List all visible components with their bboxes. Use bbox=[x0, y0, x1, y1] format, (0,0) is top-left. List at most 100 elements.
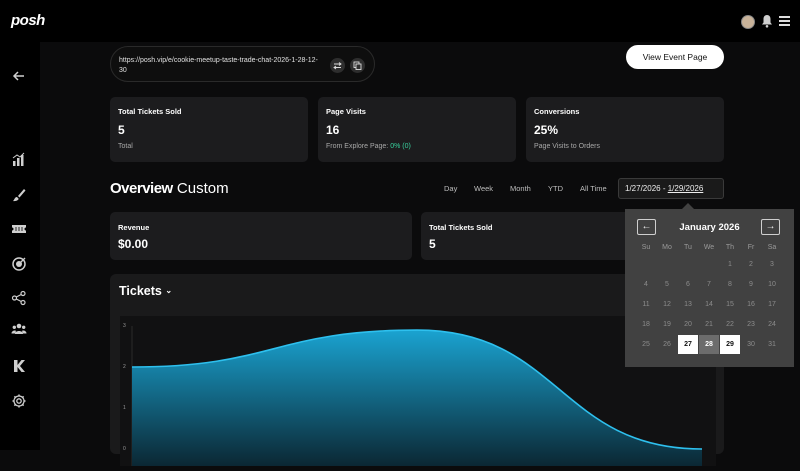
bell-icon[interactable] bbox=[761, 14, 773, 28]
calendar-day[interactable]: 29 bbox=[720, 335, 740, 354]
calendar-day[interactable]: 15 bbox=[720, 295, 740, 314]
date-range-picker[interactable]: 1/27/2026 - 1/29/2026 bbox=[618, 178, 724, 199]
calendar-day[interactable]: 1 bbox=[720, 255, 740, 274]
avatar[interactable] bbox=[741, 15, 755, 29]
overview-title: Overview Custom bbox=[110, 180, 229, 197]
stat-card-tickets: Total Tickets Sold 5 Total bbox=[110, 97, 308, 162]
calendar-day[interactable]: 12 bbox=[657, 295, 677, 314]
range-week[interactable]: Week bbox=[474, 184, 493, 193]
weekday-label: Fr bbox=[747, 244, 755, 251]
overview-title-bold: Overview bbox=[110, 180, 173, 197]
share-icon[interactable] bbox=[11, 290, 27, 306]
calendar-day[interactable]: 11 bbox=[636, 295, 656, 314]
calendar-day[interactable]: 24 bbox=[762, 315, 782, 334]
calendar-day[interactable]: 16 bbox=[741, 295, 761, 314]
weekday-label: Mo bbox=[662, 244, 672, 251]
overview-title-range: Custom bbox=[176, 180, 229, 197]
event-url[interactable]: https://posh.vip/e/cookie-meetup-taste-t… bbox=[119, 56, 319, 76]
y-tick-label: 2 bbox=[123, 364, 126, 370]
event-link-box: https://posh.vip/e/cookie-meetup-taste-t… bbox=[110, 46, 375, 82]
weekday-label: Sa bbox=[767, 244, 777, 251]
chevron-down-icon: ⌄ bbox=[165, 286, 173, 295]
copy-link-button[interactable] bbox=[350, 58, 365, 73]
y-tick-label: 1 bbox=[123, 405, 126, 411]
calendar-day[interactable]: 30 bbox=[741, 335, 761, 354]
summary-title: Total Tickets Sold bbox=[429, 223, 493, 232]
explore-page-percent: 0% (0) bbox=[390, 143, 411, 150]
date-start: 1/27/2026 bbox=[625, 184, 661, 193]
calendar-day[interactable]: 6 bbox=[678, 275, 698, 294]
range-ytd[interactable]: YTD bbox=[548, 184, 563, 193]
tickets-title-text: Tickets bbox=[119, 284, 162, 298]
weekday-label: We bbox=[703, 244, 715, 251]
calendar-day[interactable]: 2 bbox=[741, 255, 761, 274]
calendar-day[interactable]: 5 bbox=[657, 275, 677, 294]
calendar-day[interactable]: 28 bbox=[699, 335, 719, 354]
weekday-label: Su bbox=[641, 244, 651, 251]
stat-title: Conversions bbox=[534, 107, 580, 116]
calendar-day[interactable]: 20 bbox=[678, 315, 698, 334]
calendar-popup: ← January 2026 → Su Mo Tu We Th Fr Sa 1 2 3 4 5 6 7 8 9… bbox=[625, 209, 794, 367]
date-end: 1/29/2026 bbox=[667, 184, 704, 193]
calendar-day[interactable]: 23 bbox=[741, 315, 761, 334]
calendar-day[interactable]: 9 bbox=[741, 275, 761, 294]
posh-logo[interactable]: posh bbox=[11, 12, 45, 29]
tickets-area bbox=[132, 330, 702, 466]
top-bar: posh bbox=[0, 0, 800, 42]
team-icon[interactable] bbox=[11, 321, 27, 337]
summary-title: Revenue bbox=[118, 223, 150, 232]
brush-icon[interactable] bbox=[11, 187, 27, 203]
stat-subtitle: Page Visits to Orders bbox=[534, 143, 601, 150]
next-month-button[interactable]: → bbox=[761, 219, 780, 235]
calendar-day[interactable]: 21 bbox=[699, 315, 719, 334]
calendar-day[interactable]: 13 bbox=[678, 295, 698, 314]
summary-card-revenue: Revenue $0.00 bbox=[110, 212, 412, 260]
calendar-day[interactable]: 3 bbox=[762, 255, 782, 274]
calendar-day[interactable]: 14 bbox=[699, 295, 719, 314]
calendar-day[interactable]: 27 bbox=[678, 335, 698, 354]
stat-value: 25% bbox=[534, 123, 559, 137]
stat-value: 16 bbox=[326, 123, 340, 137]
range-all-time[interactable]: All Time bbox=[580, 184, 607, 193]
calendar-day[interactable]: 7 bbox=[699, 275, 719, 294]
target-icon[interactable] bbox=[11, 256, 27, 272]
summary-value: 5 bbox=[429, 237, 436, 251]
view-event-page-button[interactable]: View Event Page bbox=[626, 45, 724, 69]
calendar-day[interactable]: 17 bbox=[762, 295, 782, 314]
stat-title: Page Visits bbox=[326, 107, 366, 116]
stat-card-conversions: Conversions 25% Page Visits to Orders bbox=[526, 97, 724, 162]
calendar-day[interactable]: 25 bbox=[636, 335, 656, 354]
range-month[interactable]: Month bbox=[510, 184, 531, 193]
stat-title: Total Tickets Sold bbox=[118, 107, 182, 116]
calendar-day[interactable]: 8 bbox=[720, 275, 740, 294]
copy-icon bbox=[353, 61, 362, 70]
stat-value: 5 bbox=[118, 123, 125, 137]
summary-value: $0.00 bbox=[118, 237, 149, 251]
sidebar bbox=[0, 42, 40, 450]
share-link-button[interactable] bbox=[330, 58, 345, 73]
kickback-icon[interactable] bbox=[11, 358, 27, 374]
ticket-icon[interactable] bbox=[11, 221, 27, 237]
calendar-day[interactable]: 19 bbox=[657, 315, 677, 334]
calendar-day[interactable]: 22 bbox=[720, 315, 740, 334]
menu-icon[interactable] bbox=[779, 16, 790, 26]
y-tick-label: 0 bbox=[123, 446, 126, 452]
range-day[interactable]: Day bbox=[444, 184, 457, 193]
y-tick-label: 3 bbox=[123, 323, 126, 329]
calendar-day[interactable]: 26 bbox=[657, 335, 677, 354]
weekday-label: Tu bbox=[684, 244, 692, 251]
stat-subtitle: Total bbox=[118, 143, 133, 150]
stat-card-page-visits: Page Visits 16 From Explore Page: 0% (0) bbox=[318, 97, 516, 162]
stat-subtitle-label: From Explore Page: bbox=[326, 143, 389, 150]
date-separator: - bbox=[660, 184, 668, 193]
settings-icon[interactable] bbox=[11, 393, 27, 409]
calendar-day[interactable]: 4 bbox=[636, 275, 656, 294]
swap-icon bbox=[333, 62, 342, 70]
tickets-chart-title[interactable]: Tickets ⌄ bbox=[119, 284, 172, 298]
stat-subtitle: From Explore Page: 0% (0) bbox=[326, 143, 411, 150]
calendar-day[interactable]: 10 bbox=[762, 275, 782, 294]
calendar-day[interactable]: 18 bbox=[636, 315, 656, 334]
calendar-day[interactable]: 31 bbox=[762, 335, 782, 354]
analytics-icon[interactable] bbox=[11, 152, 27, 168]
back-arrow-icon[interactable] bbox=[11, 68, 27, 84]
